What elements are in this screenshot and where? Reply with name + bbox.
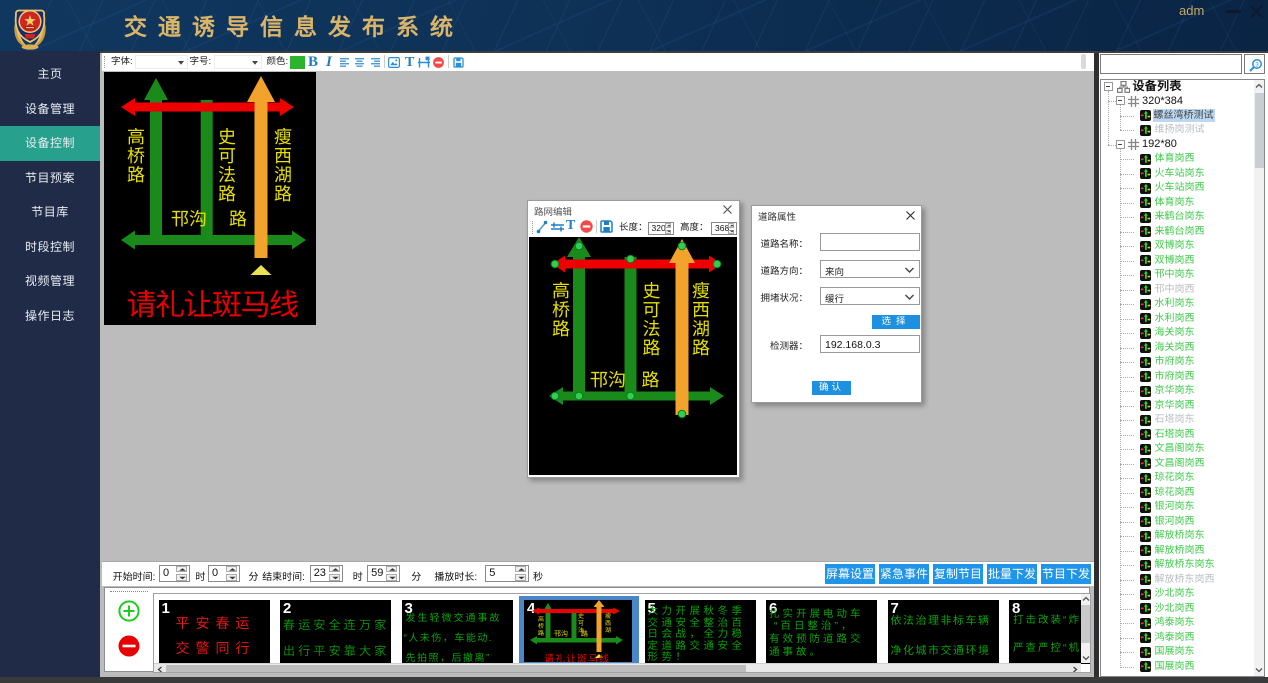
svg-text:法: 法 xyxy=(218,165,236,185)
svg-text:邗沟: 邗沟 xyxy=(590,370,626,390)
svg-text:可: 可 xyxy=(218,146,236,166)
svg-text:桥: 桥 xyxy=(538,622,544,630)
svg-text:湖: 湖 xyxy=(274,165,292,185)
svg-text:路: 路 xyxy=(127,165,145,185)
svg-text:路: 路 xyxy=(218,184,236,204)
svg-text:路: 路 xyxy=(538,629,544,637)
svg-text:瘦: 瘦 xyxy=(605,612,611,620)
svg-text:史: 史 xyxy=(218,127,236,147)
svg-text:邗沟: 邗沟 xyxy=(554,630,568,638)
svg-text:高: 高 xyxy=(538,615,544,623)
svg-text:西: 西 xyxy=(692,300,710,320)
svg-text:史: 史 xyxy=(643,281,661,301)
svg-text:邗沟: 邗沟 xyxy=(171,209,207,229)
svg-text:路: 路 xyxy=(692,338,710,358)
svg-text:请礼让斑马线: 请礼让斑马线 xyxy=(127,289,298,322)
svg-text:西: 西 xyxy=(274,146,292,166)
svg-text:瘦: 瘦 xyxy=(692,281,710,301)
svg-text:湖: 湖 xyxy=(605,627,611,634)
svg-text:可: 可 xyxy=(578,620,584,627)
svg-text:高: 高 xyxy=(552,281,570,301)
svg-text:路: 路 xyxy=(229,209,247,229)
svg-text:湖: 湖 xyxy=(692,319,710,339)
svg-text:路: 路 xyxy=(274,184,292,204)
svg-text:请礼让斑马线: 请礼让斑马线 xyxy=(544,653,610,662)
svg-text:路: 路 xyxy=(643,338,661,358)
svg-text:法: 法 xyxy=(643,319,661,339)
svg-text:桥: 桥 xyxy=(127,146,145,166)
svg-text:可: 可 xyxy=(643,300,661,320)
svg-text:路: 路 xyxy=(642,370,660,390)
svg-text:路: 路 xyxy=(581,630,588,638)
svg-text:史: 史 xyxy=(578,613,584,620)
svg-text:路: 路 xyxy=(552,319,570,339)
svg-text:西: 西 xyxy=(605,620,611,627)
svg-text:桥: 桥 xyxy=(552,300,570,320)
svg-text:瘦: 瘦 xyxy=(274,127,292,147)
svg-text:高: 高 xyxy=(127,127,145,147)
